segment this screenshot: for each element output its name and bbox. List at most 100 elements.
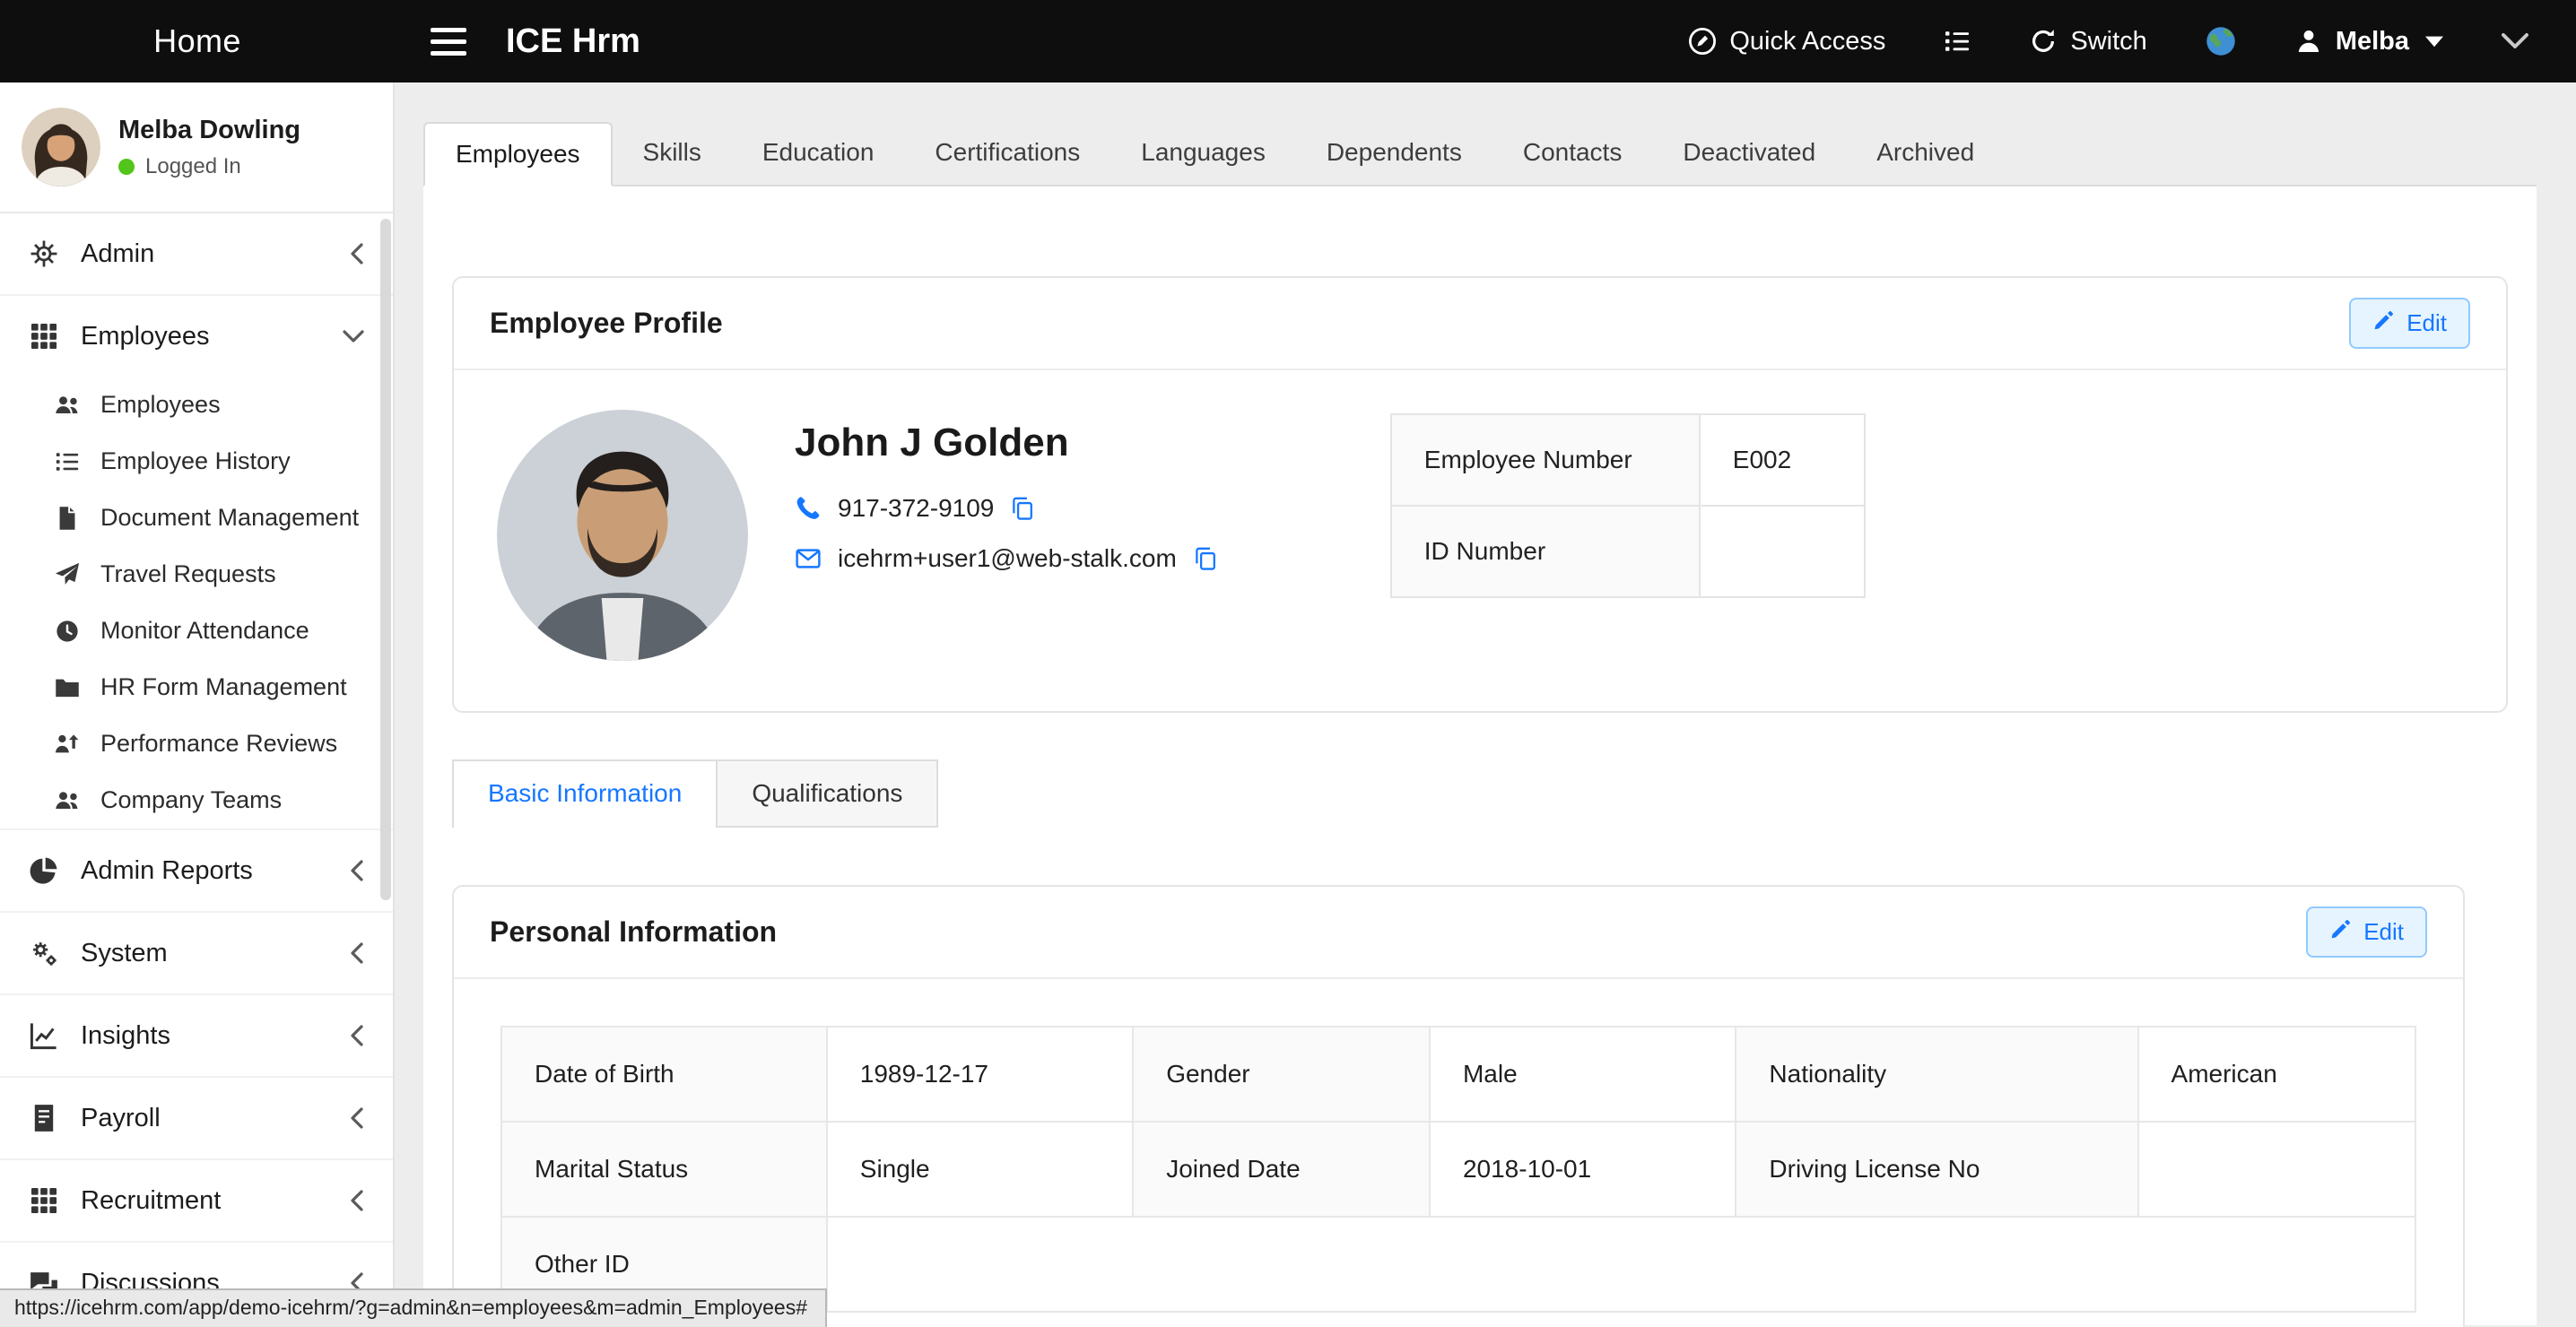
users-icon xyxy=(54,392,81,419)
invoice-icon xyxy=(29,1103,59,1133)
field-value: 1989-12-17 xyxy=(827,1027,1133,1122)
employee-photo xyxy=(497,410,748,661)
edit-label: Edit xyxy=(2406,309,2447,337)
sidebar-subitem-travel-requests[interactable]: Travel Requests xyxy=(0,546,393,603)
login-status: Logged In xyxy=(118,154,300,179)
sidebar-item-label: Admin xyxy=(81,239,154,269)
sidebar-subitem-monitor-attendance[interactable]: Monitor Attendance xyxy=(0,603,393,659)
employee-profile-body: John J Golden 917-372-9109 xyxy=(454,370,2506,711)
sidebar-subitem-label: Company Teams xyxy=(100,786,282,814)
tab-qualifications[interactable]: Qualifications xyxy=(718,759,938,828)
sidebar-subitem-performance-reviews[interactable]: Performance Reviews xyxy=(0,716,393,772)
sidebar-item-label: Insights xyxy=(81,1021,170,1051)
tab-certifications[interactable]: Certifications xyxy=(904,122,1110,185)
topbar: Home ICE Hrm Quick Access Switch xyxy=(0,0,2576,82)
field-value xyxy=(827,1217,2415,1312)
sidebar-subitem-label: Performance Reviews xyxy=(100,730,337,758)
sidebar-subitem-label: Travel Requests xyxy=(100,560,276,588)
field-label: Nationality xyxy=(1736,1027,2137,1122)
tab-archived[interactable]: Archived xyxy=(1846,122,2005,185)
chevron-left-icon xyxy=(350,1025,364,1046)
summary-label: Employee Number xyxy=(1391,414,1700,506)
sidebar-subitem-company-teams[interactable]: Company Teams xyxy=(0,772,393,828)
sidebar-item-insights[interactable]: Insights xyxy=(0,995,393,1078)
chart-line-icon xyxy=(29,1020,59,1051)
topbar-right: Quick Access Switch Melba xyxy=(1688,25,2576,57)
sidebar-item-payroll[interactable]: Payroll xyxy=(0,1078,393,1160)
employee-name: John J Golden xyxy=(795,421,1218,465)
sidebar-subitem-label: Document Management xyxy=(100,504,359,532)
chevron-left-icon xyxy=(350,1107,364,1129)
table-row: ID Number xyxy=(1391,506,1865,597)
sidebar-subitem-hr-form-management[interactable]: HR Form Management xyxy=(0,659,393,716)
folder-icon xyxy=(54,674,81,701)
chart-pie-icon xyxy=(29,855,59,886)
tab-dependents[interactable]: Dependents xyxy=(1296,122,1493,185)
field-label: Date of Birth xyxy=(501,1027,827,1122)
chevron-left-icon xyxy=(350,243,364,265)
pencil-icon xyxy=(2372,308,2396,338)
app-root: Home ICE Hrm Quick Access Switch xyxy=(0,0,2576,1327)
switch-rotate-icon xyxy=(2029,27,2058,56)
grid-icon xyxy=(29,321,59,351)
mail-icon xyxy=(795,545,822,572)
card-title: Personal Information xyxy=(490,915,777,949)
sidebar-subitem-document-management[interactable]: Document Management xyxy=(0,490,393,546)
switch-button[interactable]: Switch xyxy=(2029,27,2146,56)
field-label: Gender xyxy=(1133,1027,1430,1122)
sidebar-item-label: Admin Reports xyxy=(81,856,253,886)
sidebar-item-label: Employees xyxy=(81,322,209,351)
employees-submenu: Employees Employee History Document Mana… xyxy=(0,377,393,830)
chevron-down-icon xyxy=(343,329,364,343)
login-status-label: Logged In xyxy=(145,154,241,179)
sidebar-subitem-label: Monitor Attendance xyxy=(100,617,309,645)
switch-label: Switch xyxy=(2070,27,2146,56)
status-url: https://icehrm.com/app/demo-icehrm/?g=ad… xyxy=(14,1296,807,1319)
user-label: Melba xyxy=(2336,27,2409,56)
employee-profile-header: Employee Profile Edit xyxy=(454,278,2506,370)
copy-icon[interactable] xyxy=(1193,546,1218,571)
tab-basic-information[interactable]: Basic Information xyxy=(452,759,718,828)
sidebar-item-admin-reports[interactable]: Admin Reports xyxy=(0,830,393,913)
sidebar-item-employees[interactable]: Employees xyxy=(0,296,393,377)
copy-icon[interactable] xyxy=(1010,496,1035,521)
sidebar-item-system[interactable]: System xyxy=(0,913,393,995)
tab-contacts[interactable]: Contacts xyxy=(1493,122,1653,185)
users-icon xyxy=(54,787,81,814)
document-icon xyxy=(54,505,81,532)
sidebar-subitem-employees[interactable]: Employees xyxy=(0,377,393,433)
table-grid-icon xyxy=(29,1185,59,1216)
sidebar-scrollbar[interactable] xyxy=(380,219,391,900)
tasks-icon[interactable] xyxy=(1943,27,1971,56)
tab-deactivated[interactable]: Deactivated xyxy=(1652,122,1846,185)
user-name: Melba Dowling xyxy=(118,116,300,145)
user-menu[interactable]: Melba xyxy=(2294,27,2443,56)
field-label: Joined Date xyxy=(1133,1122,1430,1217)
tab-education[interactable]: Education xyxy=(732,122,905,185)
table-row: Marital Status Single Joined Date 2018-1… xyxy=(501,1122,2415,1217)
tab-skills[interactable]: Skills xyxy=(613,122,732,185)
edit-profile-button[interactable]: Edit xyxy=(2349,298,2470,349)
tab-languages[interactable]: Languages xyxy=(1110,122,1296,185)
field-value: 2018-10-01 xyxy=(1430,1122,1736,1217)
edit-personal-info-button[interactable]: Edit xyxy=(2306,906,2427,958)
quick-access-button[interactable]: Quick Access xyxy=(1688,27,1885,56)
hamburger-menu-icon[interactable] xyxy=(431,28,466,56)
sidebar-item-admin[interactable]: Admin xyxy=(0,213,393,296)
sidebar-subitem-label: Employee History xyxy=(100,447,291,475)
employee-summary-table: Employee Number E002 ID Number xyxy=(1390,413,1866,598)
quick-access-label: Quick Access xyxy=(1729,27,1885,56)
sidebar-item-label: Payroll xyxy=(81,1104,161,1133)
sidebar-subitem-employee-history[interactable]: Employee History xyxy=(0,433,393,490)
phone-icon xyxy=(795,495,822,522)
module-tabs: Employees Skills Education Certification… xyxy=(423,122,2537,185)
field-value: Male xyxy=(1430,1027,1736,1122)
collapse-topbar-chevron-icon[interactable] xyxy=(2501,32,2529,50)
globe-language-icon[interactable] xyxy=(2205,25,2237,57)
sidebar-item-recruitment[interactable]: Recruitment xyxy=(0,1160,393,1243)
home-link[interactable]: Home xyxy=(0,22,395,60)
tab-employees[interactable]: Employees xyxy=(423,122,613,186)
chevron-left-icon xyxy=(350,1190,364,1211)
app-title[interactable]: ICE Hrm xyxy=(506,22,640,61)
field-label: Marital Status xyxy=(501,1122,827,1217)
